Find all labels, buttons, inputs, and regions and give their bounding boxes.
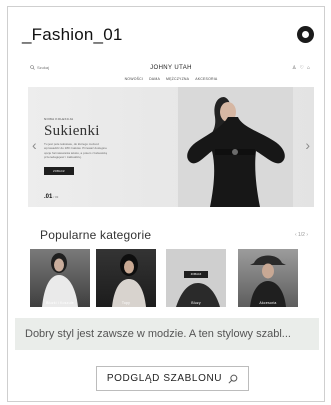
template-badge-icon (297, 26, 314, 43)
category-label: Akcesoria (259, 301, 277, 305)
hero-prev-icon[interactable]: ‹ (32, 137, 37, 153)
category-image (112, 254, 146, 307)
hero-model-image (187, 97, 285, 207)
preview-template-button[interactable]: PODGLĄD SZABLONU (96, 366, 249, 391)
category-label: Topy (121, 301, 131, 305)
preview-template-label: PODGLĄD SZABLONU (106, 373, 223, 384)
template-title: _Fashion_01 (22, 25, 123, 44)
template-preview[interactable]: Szukaj JOHNY UTAH NOWOŚCI DAMA MĘŻCZYZNA… (28, 59, 314, 319)
categories-title: Popularne kategorie (40, 228, 152, 242)
hero-next-icon[interactable]: › (305, 137, 310, 153)
preview-brand: JOHNY UTAH (150, 65, 192, 71)
category-cta-button[interactable]: ZOBACZ (184, 271, 208, 278)
category-card[interactable]: ZOBACZ Bluzy (166, 249, 226, 307)
preview-nav-item: NOWOŚCI (124, 77, 144, 81)
hero-kicker: NOWA KOLEKCJA (44, 117, 74, 121)
template-card[interactable]: _Fashion_01 Szukaj JOHNY UTAH NOWOŚCI DA… (7, 6, 325, 402)
hero-counter-current: .01 (44, 194, 53, 200)
preview-nav: NOWOŚCI DAMA MĘŻCZYZNA AKCESORIA (28, 77, 314, 81)
heart-icon: ♡ (299, 65, 304, 71)
hero-cta-button[interactable]: ZOBACZ (44, 167, 74, 175)
category-image (42, 253, 78, 307)
hero-counter-total: / 03 (53, 195, 59, 199)
hero-description: Tu jest pole tekstowe, do którego możesz… (44, 142, 107, 159)
template-description: Dobry styl jest zawsze w modzie. A ten s… (25, 328, 291, 340)
category-image (250, 255, 286, 307)
category-card[interactable]: Akcesoria (238, 249, 298, 307)
preview-header: Szukaj JOHNY UTAH NOWOŚCI DAMA MĘŻCZYZNA… (28, 59, 314, 89)
category-label: Bluzki i Koszule (46, 301, 74, 305)
categories-list: Bluzki i Koszule Topy ZOBACZ Bluzy Akces… (30, 249, 314, 309)
category-image (166, 249, 226, 307)
category-label: Bluzy (191, 301, 201, 305)
preview-hero: ‹ › NOWA KOLEKCJA Sukienki Tu jest pole … (28, 87, 314, 207)
categories-nav[interactable]: ‹ 1/2 › (295, 232, 308, 238)
preview-nav-item: AKCESORIA (195, 77, 218, 81)
hero-counter: .01/ 03 (44, 194, 58, 200)
search-icon (228, 374, 238, 384)
preview-nav-item: DAMA (149, 77, 160, 81)
hero-title: Sukienki (44, 123, 100, 139)
user-icon: ♙ (292, 65, 297, 71)
preview-nav-item: MĘŻCZYZNA (166, 77, 190, 81)
category-card[interactable]: Bluzki i Koszule (30, 249, 90, 307)
category-card[interactable]: Topy (96, 249, 156, 307)
preview-header-icons: ♙ ♡ ⌂ (292, 65, 310, 71)
template-description-bar: Dobry styl jest zawsze w modzie. A ten s… (15, 318, 319, 350)
bag-icon: ⌂ (306, 65, 310, 71)
